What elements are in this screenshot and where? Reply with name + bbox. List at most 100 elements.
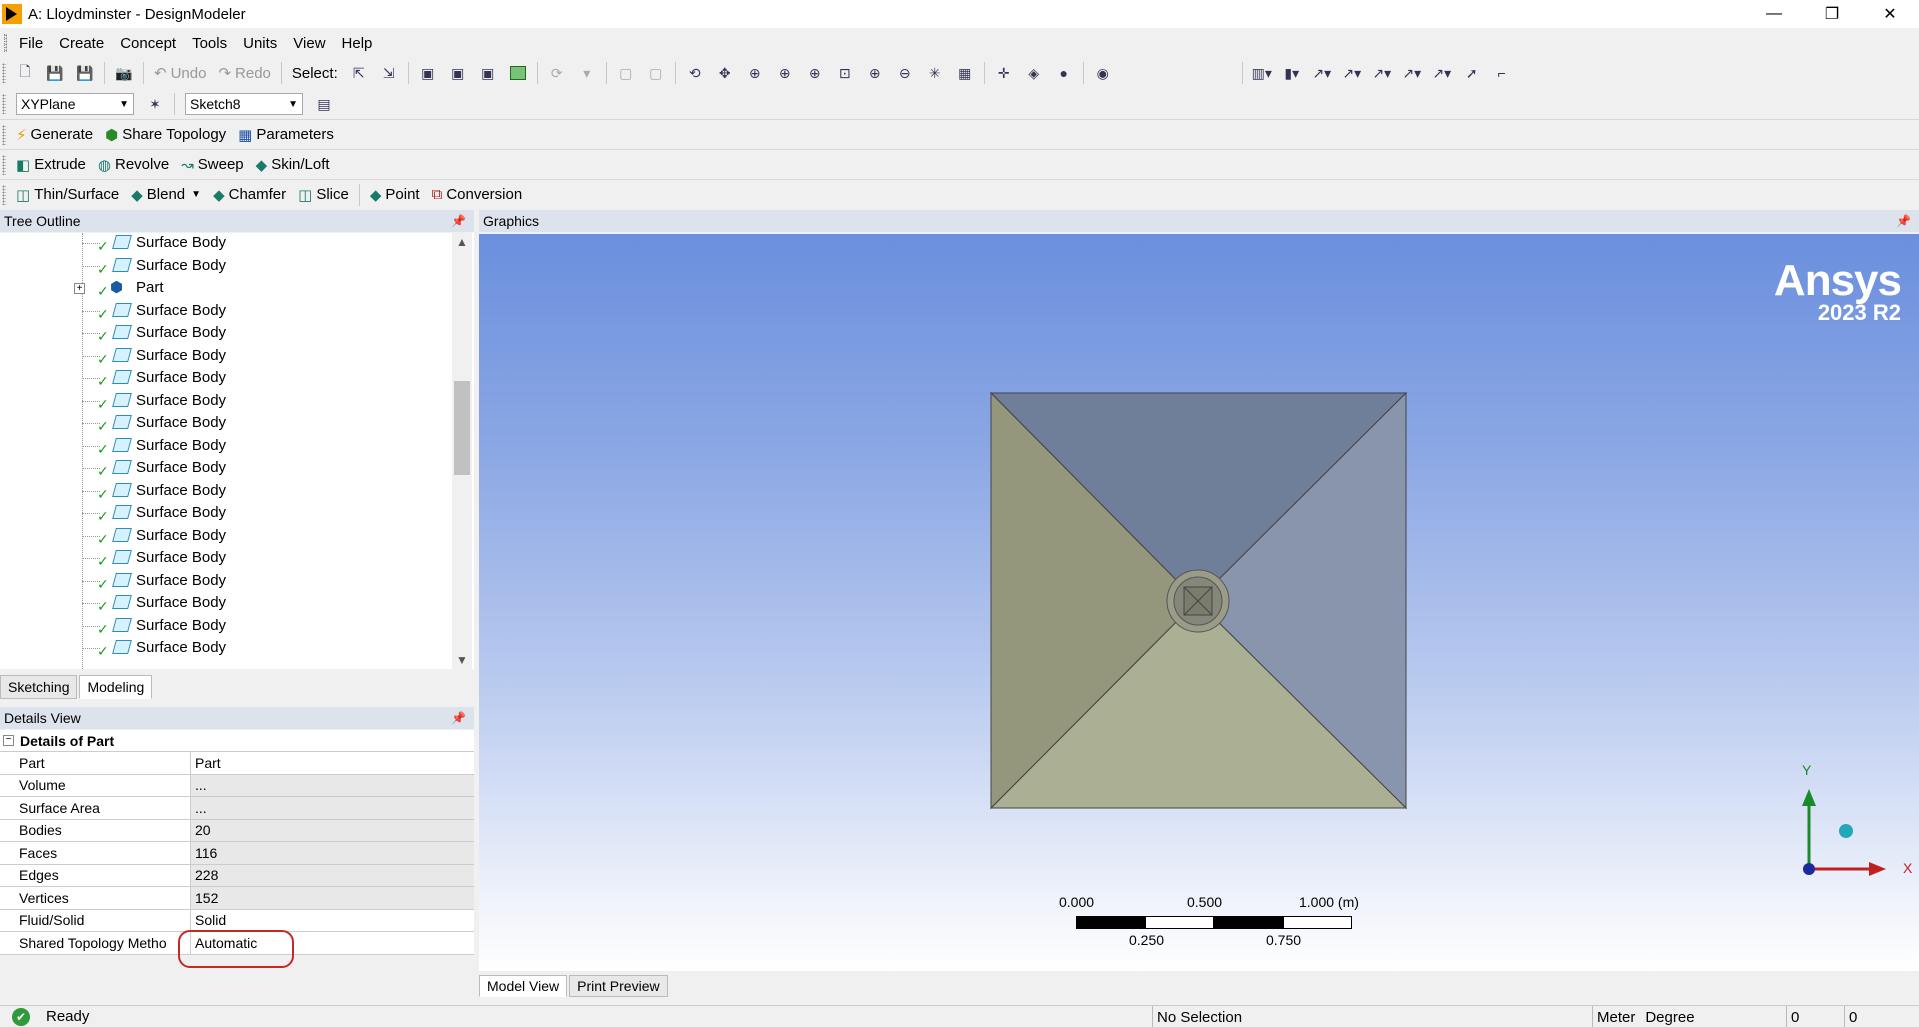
triad-icon[interactable]: ✛	[992, 61, 1016, 85]
edge-direction-3-icon[interactable]: ↗▾	[1400, 61, 1424, 85]
select-mode-icon[interactable]: ⇱	[347, 61, 371, 85]
skin-loft-button[interactable]: ◆ Skin/Loft	[250, 152, 336, 178]
tree-item-surface-body[interactable]: ✓ Surface Body	[0, 592, 450, 614]
tree-item-surface-body[interactable]: ✓ Surface Body	[0, 255, 450, 277]
chamfer-button[interactable]: ◆ Chamfer	[207, 182, 292, 208]
edge-direction-0-icon[interactable]: ↗▾	[1310, 61, 1334, 85]
tree-item-surface-body[interactable]: ✓ Surface Body	[0, 390, 450, 412]
select-faces-icon[interactable]: ▣	[476, 61, 500, 85]
zoom-to-fit-icon[interactable]: ⊕	[863, 61, 887, 85]
revolve-button[interactable]: ◍ Revolve	[92, 152, 175, 178]
tree-item-surface-body[interactable]: ✓ Surface Body	[0, 502, 450, 524]
tree-item-surface-body[interactable]: ✓ Surface Body	[0, 457, 450, 479]
vertex-icon[interactable]: ⌐	[1490, 61, 1514, 85]
extend-selection-icon[interactable]: ⟳	[545, 61, 569, 85]
pin-icon[interactable]: 📌	[1896, 214, 1911, 228]
undo-button[interactable]: ↶ Undo	[148, 60, 212, 86]
tree-item-surface-body[interactable]: ✓ Surface Body	[0, 547, 450, 569]
tree-item-surface-body[interactable]: ✓ Surface Body	[0, 435, 450, 457]
tab-print-preview[interactable]: Print Preview	[569, 975, 668, 997]
tab-modeling[interactable]: Modeling	[79, 675, 153, 699]
pyramid-model[interactable]	[989, 391, 1408, 810]
slice-button[interactable]: ◫ Slice	[292, 182, 355, 208]
restore-button[interactable]: ❐	[1803, 0, 1861, 28]
scroll-up-icon[interactable]: ▲	[456, 235, 468, 249]
isometric-ball[interactable]	[1839, 824, 1853, 838]
tree-item-surface-body[interactable]: ✓ Surface Body	[0, 412, 450, 434]
show-hide-icon[interactable]: ◉	[1091, 61, 1115, 85]
save-as-icon[interactable]: 💾	[73, 61, 97, 85]
screenshot-icon[interactable]: 📷	[112, 61, 136, 85]
thin-surface-button[interactable]: ◫ Thin/Surface	[10, 182, 125, 208]
edge-direction-4-icon[interactable]: ↗▾	[1430, 61, 1454, 85]
tree-item-surface-body[interactable]: ✓ Surface Body	[0, 570, 450, 592]
magnifier-icon[interactable]: ⊖	[893, 61, 917, 85]
tree-item-surface-body[interactable]: ✓ Surface Body	[0, 367, 450, 389]
scrollbar-thumb[interactable]	[454, 381, 470, 475]
point-button[interactable]: ◆ Point	[364, 182, 426, 208]
isometric-view-icon[interactable]: ✳	[923, 61, 947, 85]
display-model-icon[interactable]: ◈	[1022, 61, 1046, 85]
tree-item-part[interactable]: + ⬢ ✓ Part	[0, 277, 450, 299]
clear-selection-icon[interactable]: ▢	[644, 61, 668, 85]
tree-item-surface-body[interactable]: ✓ Surface Body	[0, 525, 450, 547]
edge-display-icon[interactable]: ▮▾	[1280, 61, 1304, 85]
zoom-box-icon[interactable]: ⊕	[803, 61, 827, 85]
display-point-icon[interactable]: ●	[1052, 61, 1076, 85]
view-options-icon[interactable]: ▦	[953, 61, 977, 85]
menu-help[interactable]: Help	[334, 35, 381, 52]
zoom-in-icon[interactable]: ⊕	[773, 61, 797, 85]
save-icon[interactable]: 💾	[43, 61, 67, 85]
new-plane-icon[interactable]: ✶	[143, 92, 167, 116]
tree-item-surface-body[interactable]: ✓ Surface Body	[0, 480, 450, 502]
tab-sketching[interactable]: Sketching	[0, 675, 78, 699]
zoom-fit-icon[interactable]: ⊡	[833, 61, 857, 85]
menu-create[interactable]: Create	[51, 35, 112, 52]
conversion-button[interactable]: ⧉ Conversion	[426, 182, 529, 208]
generate-button[interactable]: ⚡ Generate	[10, 122, 99, 148]
menu-file[interactable]: File	[11, 35, 51, 52]
select-filter-icon[interactable]: ⇲	[377, 61, 401, 85]
plane-select[interactable]: XYPlane ▼	[16, 93, 134, 115]
close-button[interactable]: ✕	[1861, 0, 1919, 28]
edge-direction-1-icon[interactable]: ↗▾	[1340, 61, 1364, 85]
arrow-icon[interactable]: ➚	[1460, 61, 1484, 85]
zoom-icon[interactable]: ⊕	[743, 61, 767, 85]
tree-item-surface-body[interactable]: ✓ Surface Body	[0, 300, 450, 322]
select-all-icon[interactable]: ▢	[614, 61, 638, 85]
tree-item-surface-body[interactable]: ✓ Surface Body	[0, 615, 450, 637]
new-file-icon[interactable]: 🗋	[13, 61, 37, 85]
extrude-button[interactable]: ◧ Extrude	[10, 152, 92, 178]
edge-direction-2-icon[interactable]: ↗▾	[1370, 61, 1394, 85]
tree-item-surface-body[interactable]: ✓ Surface Body	[0, 233, 450, 254]
select-edges-icon[interactable]: ▣	[446, 61, 470, 85]
details-value[interactable]: Solid	[191, 910, 474, 932]
menu-tools[interactable]: Tools	[184, 35, 235, 52]
rotate-icon[interactable]: ⟲	[683, 61, 707, 85]
menu-units[interactable]: Units	[235, 35, 285, 52]
sweep-button[interactable]: ↝ Sweep	[175, 152, 249, 178]
sketch-select[interactable]: Sketch8 ▼	[185, 93, 303, 115]
tree-scrollbar[interactable]: ▲ ▼	[452, 233, 472, 669]
select-points-icon[interactable]: ▣	[416, 61, 440, 85]
pan-icon[interactable]: ✥	[713, 61, 737, 85]
dropdown-icon[interactable]: ▾	[575, 61, 599, 85]
details-group-header[interactable]: − Details of Part	[0, 730, 474, 752]
tab-model-view[interactable]: Model View	[479, 975, 568, 997]
tree-item-surface-body[interactable]: ✓ Surface Body	[0, 322, 450, 344]
parameters-button[interactable]: ▦ Parameters	[232, 122, 340, 148]
menu-concept[interactable]: Concept	[112, 35, 184, 52]
tree-item-surface-body[interactable]: ✓ Surface Body	[0, 345, 450, 367]
pin-icon[interactable]: 📌	[451, 214, 466, 228]
menu-view[interactable]: View	[285, 35, 333, 52]
graphics-viewport[interactable]: Ansys 2023 R2 Y X 0.000 0.500 1.000 (m)	[479, 234, 1919, 971]
details-value[interactable]: Part	[191, 752, 474, 774]
redo-button[interactable]: ↷ Redo	[212, 60, 276, 86]
scroll-down-icon[interactable]: ▼	[456, 653, 468, 667]
minimize-button[interactable]: —	[1745, 0, 1803, 28]
blend-button[interactable]: ◆ Blend ▼	[125, 182, 207, 208]
expand-icon[interactable]: +	[74, 283, 85, 294]
select-bodies-icon[interactable]	[506, 61, 530, 85]
tree-item-surface-body[interactable]: ✓ Surface Body	[0, 637, 450, 659]
collapse-icon[interactable]: −	[3, 735, 14, 746]
